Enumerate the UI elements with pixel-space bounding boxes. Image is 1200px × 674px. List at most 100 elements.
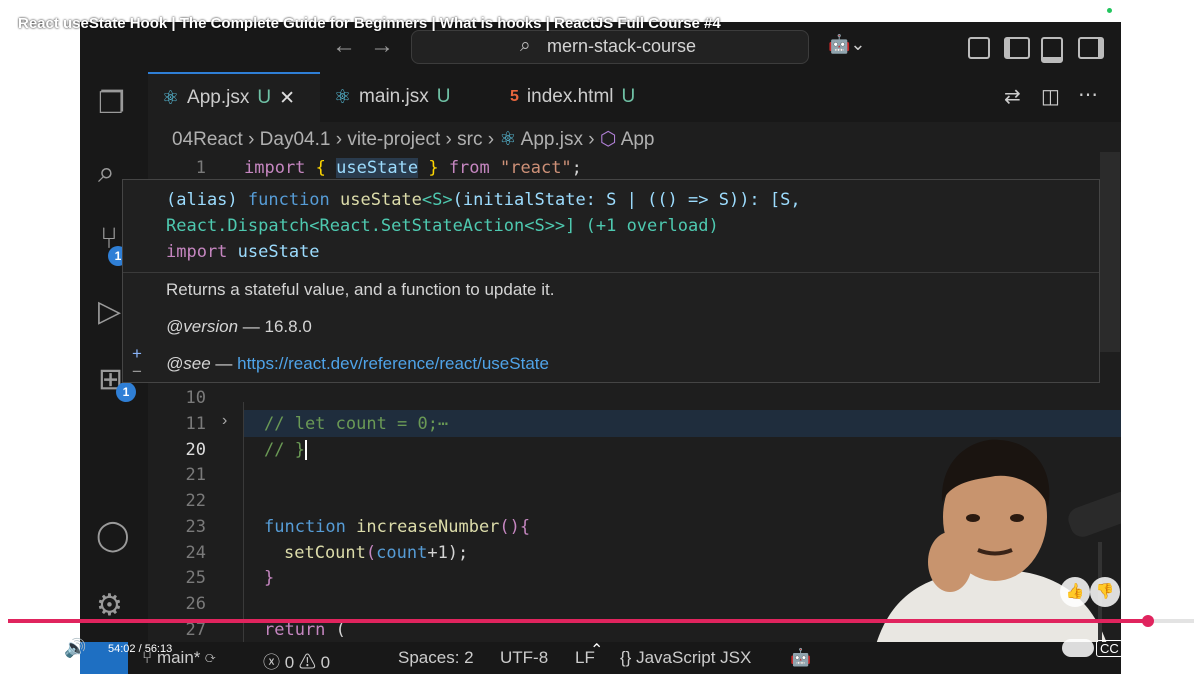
tab-label: App.jsx	[187, 87, 250, 108]
chevron-up-icon[interactable]: ⌃	[590, 640, 603, 660]
identifier-usestate: useState	[336, 158, 419, 178]
untracked-status: U	[436, 86, 451, 107]
code-line-11[interactable]: // let count = 0;⋯	[264, 414, 448, 434]
string-literal: "react"	[500, 158, 572, 178]
volume-icon[interactable]: 🔊	[64, 638, 86, 659]
html5-icon: 5	[510, 88, 519, 105]
sync-icon: ⟳	[200, 648, 216, 667]
line-number: 26	[185, 594, 206, 614]
customize-layout-icon	[968, 37, 990, 59]
line-number: 24	[185, 543, 206, 563]
indent-guide	[243, 402, 244, 674]
import-name: useState	[237, 242, 320, 262]
dislike-icon[interactable]: 👎	[1090, 577, 1120, 607]
progress-bar[interactable]	[8, 615, 1194, 627]
add-icon[interactable]: +	[132, 344, 142, 364]
toggle-primary-sidebar-icon	[1004, 37, 1030, 59]
chevron-right-icon: ›	[335, 129, 348, 150]
tab-app-jsx[interactable]: ⚛ App.jsx U ✕	[148, 72, 320, 122]
function-name: useState	[340, 190, 422, 210]
indentation-indicator[interactable]: Spaces: 2	[398, 648, 474, 668]
command-center-text: mern-stack-course	[547, 36, 697, 56]
scrubber-handle[interactable]	[1141, 615, 1154, 627]
docs-link[interactable]: https://react.dev/reference/react/useSta…	[237, 354, 549, 373]
parameters: (initialState: S | (() => S)): [S,	[452, 190, 801, 210]
import-keyword: import	[166, 242, 238, 262]
problems-indicator[interactable]: ⓧ 0 ⚠ 0	[263, 648, 330, 673]
command-center: ⌕ mern-stack-course	[411, 30, 809, 64]
code-line-25[interactable]: }	[264, 568, 274, 588]
code-line-23[interactable]: function increaseNumber(){	[264, 517, 530, 537]
copilot-icon: 🤖⌄	[828, 34, 866, 54]
react-icon: ⚛	[162, 87, 180, 109]
settings-icon[interactable]: ⚙	[1130, 637, 1148, 662]
more-actions-icon[interactable]: ⋯	[1078, 82, 1098, 107]
compare-changes-icon[interactable]: ⇄	[1004, 84, 1021, 109]
code-line-24[interactable]: setCount(count+1);	[284, 543, 468, 563]
code-line-1[interactable]: import { useState } from "react";	[244, 158, 582, 178]
breadcrumb: 04React › Day04.1 › vite-project › src ›…	[172, 128, 655, 151]
breadcrumb-item[interactable]: src	[457, 129, 482, 150]
code-line-27[interactable]: return (	[264, 620, 346, 640]
hover-description: Returns a stateful value, and a function…	[166, 280, 555, 299]
breadcrumb-item[interactable]: App	[621, 129, 655, 150]
split-editor-icon[interactable]: ◫	[1041, 84, 1060, 109]
line-number: 10	[185, 388, 206, 408]
settings-gear-icon: ⚙	[96, 589, 123, 622]
search-view-icon: ⌕	[98, 156, 115, 189]
breadcrumb-item[interactable]: 04React	[172, 129, 243, 150]
line-number: 22	[185, 491, 206, 511]
live-dot	[1107, 8, 1112, 13]
language-mode[interactable]: {} JavaScript JSX	[620, 648, 751, 668]
comments-icon[interactable]: ☰	[1128, 580, 1144, 601]
breadcrumb-item[interactable]: Day04.1	[260, 129, 331, 150]
react-icon: ⚛	[334, 86, 352, 108]
function-call: setCount	[284, 543, 366, 563]
copilot-status-icon[interactable]: 🤖	[790, 648, 811, 668]
autoplay-toggle[interactable]	[1062, 639, 1094, 657]
like-icon[interactable]: 👍	[1060, 577, 1090, 607]
captions-icon[interactable]: CC	[1096, 640, 1123, 657]
share-icon[interactable]: ↪	[1163, 578, 1180, 603]
line-number: 11	[185, 414, 206, 434]
exit-fullscreen-icon[interactable]: ⤡	[1164, 637, 1178, 658]
breadcrumb-item[interactable]: App.jsx	[521, 129, 583, 150]
code-line-20[interactable]: // }	[264, 440, 305, 460]
component-icon: ⬡	[599, 129, 617, 150]
line-number: 23	[185, 517, 206, 537]
function-keyword: function	[247, 190, 341, 210]
toggle-panel-icon	[1041, 37, 1063, 63]
minus-icon[interactable]: −	[132, 362, 142, 382]
hover-see: @see — https://react.dev/reference/react…	[166, 354, 549, 374]
error-count: 0	[284, 653, 295, 672]
see-tag: @see	[166, 354, 211, 373]
hover-tooltip: (alias) function useState<S>(initialStat…	[122, 179, 1100, 383]
encoding-indicator[interactable]: UTF-8	[500, 648, 548, 668]
fold-chevron-icon[interactable]: ›	[222, 412, 227, 430]
editor-scrollbar[interactable]	[1100, 152, 1120, 352]
warning-icon: ⚠	[294, 653, 321, 672]
chevron-right-icon: ›	[588, 129, 600, 150]
error-icon: ⓧ	[263, 653, 285, 672]
tab-label: index.html	[526, 86, 614, 107]
return-keyword: return	[264, 620, 326, 640]
brace: {	[315, 158, 326, 178]
tab-main-jsx[interactable]: ⚛ main.jsx U	[320, 72, 524, 122]
function-name: increaseNumber	[356, 517, 500, 537]
untracked-status: U	[257, 87, 272, 108]
line-number: 21	[185, 465, 206, 485]
breadcrumb-item[interactable]: vite-project	[347, 129, 440, 150]
chevron-right-icon: ›	[445, 129, 458, 150]
video-title[interactable]: React useState Hook | The Complete Guide…	[18, 15, 721, 32]
keyword: from	[448, 158, 490, 178]
signature-line-2: React.Dispatch<React.SetStateAction<S>>]…	[166, 216, 719, 236]
explorer-icon: ❐	[98, 87, 125, 120]
braces-icon: {}	[620, 648, 637, 667]
alias-label: (alias)	[166, 190, 248, 210]
play-icon[interactable]: ▶	[18, 636, 36, 665]
tab-index-html[interactable]: 5 index.html U	[496, 72, 722, 122]
run-debug-icon: ▷	[98, 295, 122, 328]
video-frame[interactable]: ← → ⌕ mern-stack-course 🤖⌄ ❐ ⌕ ⑂ 1 ▷ ⊞ 1…	[80, 22, 1121, 674]
close-icon[interactable]: ✕	[279, 87, 295, 110]
line-number: 25	[185, 568, 206, 588]
